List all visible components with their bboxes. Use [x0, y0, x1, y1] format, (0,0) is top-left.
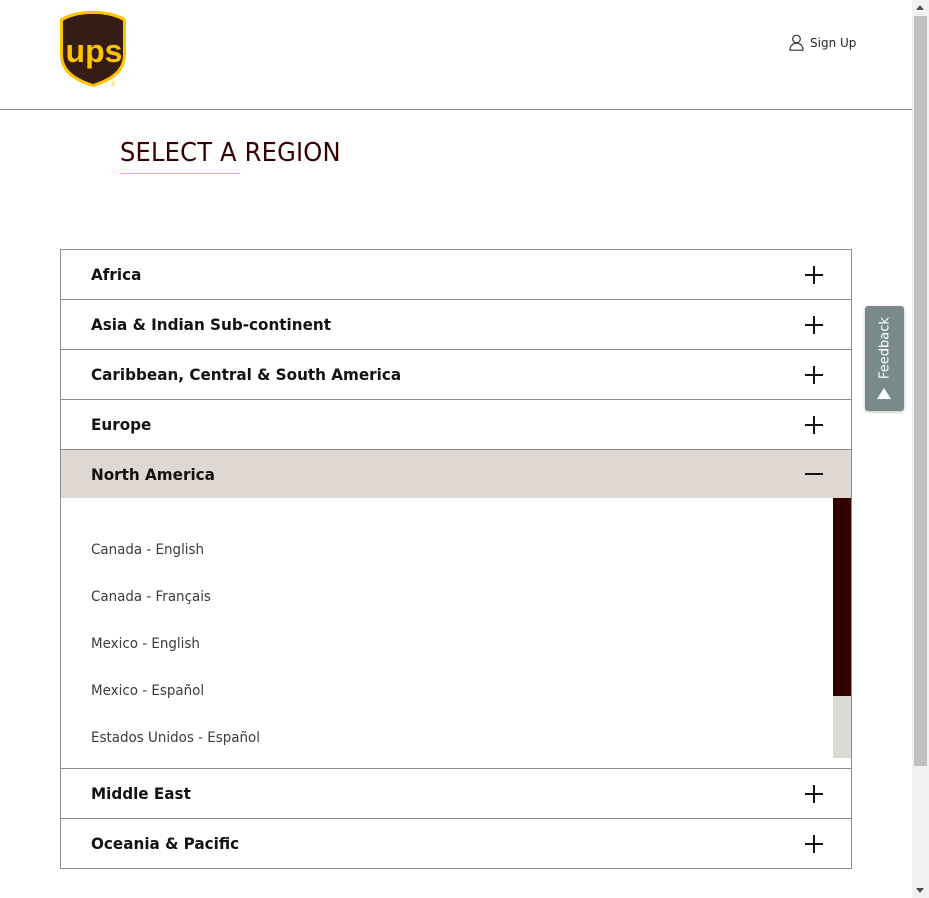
panel-scrollbar-track[interactable] [833, 498, 851, 758]
region-item-oceania: Oceania & Pacific [61, 819, 851, 868]
region-label: Africa [91, 265, 142, 284]
region-header-europe[interactable]: Europe [61, 400, 851, 449]
region-header-middle-east[interactable]: Middle East [61, 769, 851, 818]
region-item-africa: Africa [61, 250, 851, 300]
region-item-caribbean: Caribbean, Central & South America [61, 350, 851, 400]
plus-icon[interactable] [805, 784, 823, 803]
region-header-north-america[interactable]: North America [61, 450, 851, 498]
region-header-oceania[interactable]: Oceania & Pacific [61, 819, 851, 868]
plus-icon[interactable] [805, 265, 823, 284]
region-label: Caribbean, Central & South America [91, 365, 402, 384]
title-underline [120, 173, 240, 174]
page-scrollbar[interactable] [912, 0, 929, 898]
region-header-africa[interactable]: Africa [61, 250, 851, 299]
svg-text:ups: ups [66, 33, 123, 69]
north-america-panel: Canada - English Canada - Français Mexic… [61, 498, 851, 768]
scroll-down-arrow-icon[interactable] [916, 888, 924, 893]
region-item-asia: Asia & Indian Sub-continent [61, 300, 851, 350]
country-link-canada-francais[interactable]: Canada - Français [91, 589, 260, 636]
country-link-list: Canada - English Canada - Français Mexic… [91, 542, 267, 777]
ups-logo[interactable]: ups ® [59, 10, 127, 88]
scroll-up-arrow-icon[interactable] [916, 5, 924, 10]
page-scrollbar-thumb[interactable] [914, 16, 927, 766]
panel-scrollbar-thumb[interactable] [833, 498, 851, 696]
region-item-north-america: North America Canada - English Canada - … [61, 450, 851, 769]
plus-icon[interactable] [805, 315, 823, 334]
region-label: Middle East [91, 784, 191, 803]
page: ups ® Sign Up SELECT A REGION Africa Asi… [0, 0, 912, 898]
sign-up-label: Sign Up [810, 35, 857, 50]
region-label: Asia & Indian Sub-continent [91, 315, 331, 334]
title-block: SELECT A REGION [120, 138, 357, 174]
region-label: North America [91, 464, 215, 484]
region-item-europe: Europe [61, 400, 851, 450]
country-link-canada-english[interactable]: Canada - English [91, 542, 260, 589]
region-item-middle-east: Middle East [61, 769, 851, 819]
region-label: Oceania & Pacific [91, 834, 240, 853]
sign-up-link[interactable]: Sign Up [789, 34, 856, 51]
feedback-button[interactable]: Feedback [865, 306, 904, 411]
region-label: Europe [91, 415, 152, 434]
region-accordion: Africa Asia & Indian Sub-continent Carib… [60, 249, 852, 869]
triangle-up-icon [877, 388, 891, 399]
svg-text:®: ® [111, 81, 116, 88]
plus-icon[interactable] [805, 834, 823, 853]
country-link-mexico-english[interactable]: Mexico - English [91, 636, 260, 683]
plus-icon[interactable] [805, 415, 823, 434]
plus-icon[interactable] [805, 365, 823, 384]
region-header-caribbean[interactable]: Caribbean, Central & South America [61, 350, 851, 399]
region-header-asia[interactable]: Asia & Indian Sub-continent [61, 300, 851, 349]
country-link-mexico-espanol[interactable]: Mexico - Español [91, 683, 260, 730]
page-title: SELECT A REGION [120, 138, 341, 168]
minus-icon[interactable] [805, 465, 823, 483]
user-icon [789, 34, 804, 51]
site-header: ups ® Sign Up [0, 0, 912, 110]
feedback-label: Feedback [877, 317, 892, 379]
